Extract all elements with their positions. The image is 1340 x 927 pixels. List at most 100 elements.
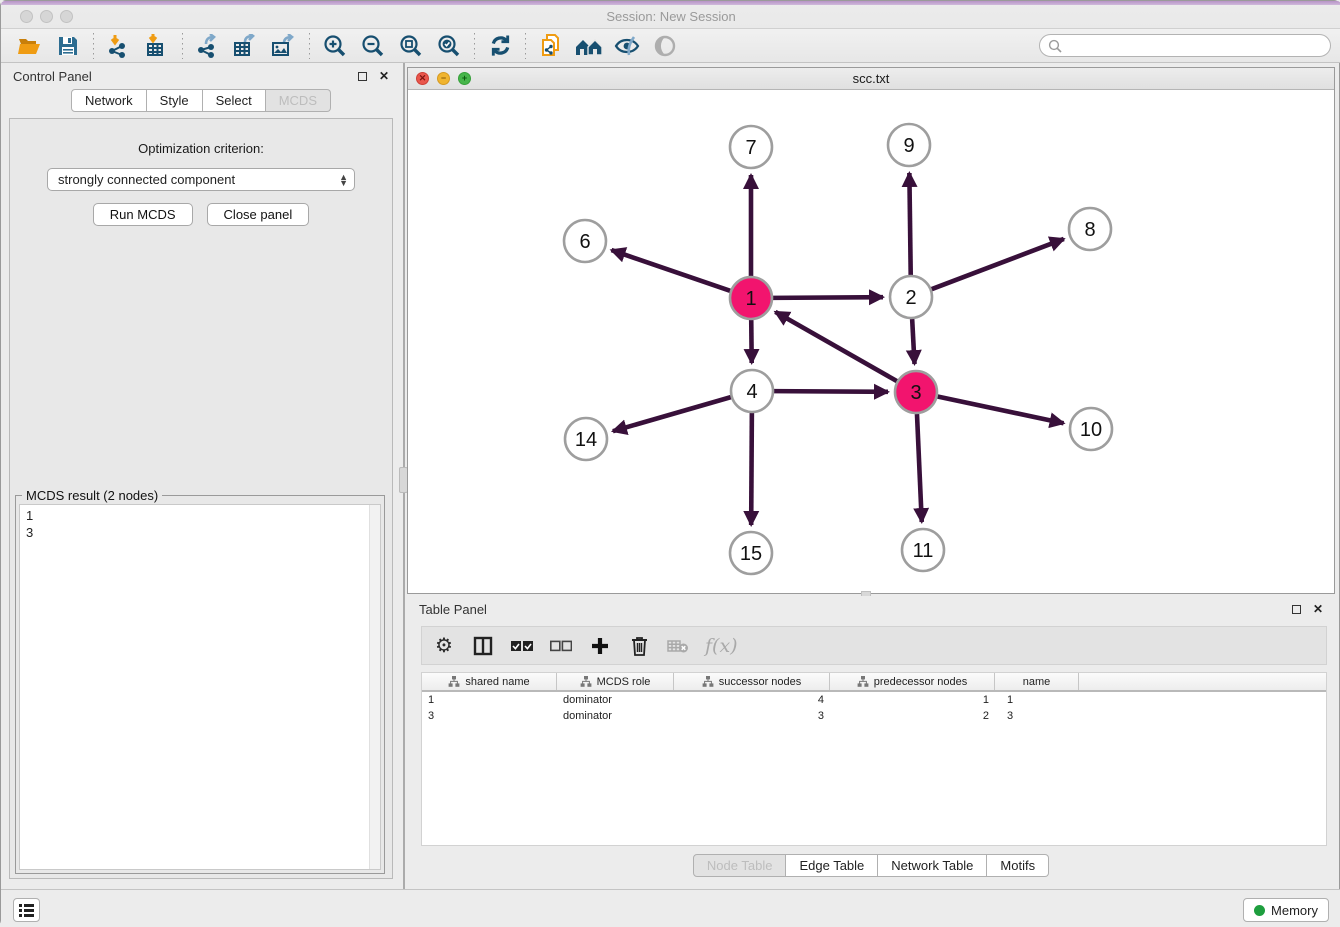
memory-button[interactable]: Memory — [1243, 898, 1329, 922]
tab-mcds[interactable]: MCDS — [266, 89, 331, 112]
toolbar-separator — [474, 33, 475, 59]
search-box[interactable] — [1039, 34, 1331, 57]
graph-edge-4-15[interactable] — [751, 413, 752, 525]
graph-node-label-10: 10 — [1080, 419, 1102, 441]
graph-node-label-2: 2 — [905, 287, 916, 309]
cell-mcds-role: dominator — [557, 710, 674, 722]
control-panel: Control Panel ✕ Network Style Select MCD… — [1, 63, 401, 889]
node-table: shared name MCDS role successor nodes pr… — [421, 672, 1327, 846]
float-table-panel-icon[interactable] — [1292, 605, 1301, 614]
refresh-icon[interactable] — [481, 31, 519, 61]
tab-network[interactable]: Network — [71, 89, 147, 112]
main-toolbar — [1, 29, 1340, 63]
application-window: { "window": { "title": "Session: New Ses… — [0, 0, 1340, 926]
import-table-icon[interactable] — [138, 31, 176, 61]
delete-column-icon[interactable] — [627, 634, 651, 658]
graph-edge-3-1[interactable] — [775, 312, 897, 381]
table-panel: Table Panel ✕ ⚙ f(x) shared name — [407, 596, 1335, 889]
tab-style[interactable]: Style — [147, 89, 203, 112]
column-header-shared-name[interactable]: shared name — [422, 673, 557, 690]
column-header-name[interactable]: name — [995, 673, 1079, 690]
toolbar-separator — [182, 33, 183, 59]
graph-edge-2-3[interactable] — [912, 319, 914, 364]
mcds-result-list[interactable]: 1 3 — [19, 504, 381, 870]
first-neighbors-icon[interactable] — [570, 31, 608, 61]
graph-edges — [611, 173, 1063, 525]
table-settings-icon[interactable]: ⚙ — [432, 634, 456, 658]
graph-node-label-7: 7 — [745, 137, 756, 159]
main-titlebar: Session: New Session — [1, 1, 1340, 29]
select-all-icon[interactable] — [510, 634, 534, 658]
hide-selected-icon[interactable] — [608, 31, 646, 61]
table-panel-title: Table Panel — [419, 602, 487, 617]
save-session-icon[interactable] — [49, 31, 87, 61]
network-view-window: ✕ − + scc.txt 7968124314101511 — [407, 67, 1335, 594]
export-network-icon[interactable] — [189, 31, 227, 61]
graph-node-label-1: 1 — [745, 288, 756, 310]
network-window-titlebar[interactable]: ✕ − + scc.txt — [408, 68, 1334, 90]
graph-node-label-15: 15 — [740, 543, 762, 565]
tab-node-table[interactable]: Node Table — [693, 854, 787, 877]
column-header-predecessor-nodes[interactable]: predecessor nodes — [830, 673, 995, 690]
add-column-icon[interactable] — [588, 634, 612, 658]
cell-shared-name: 1 — [422, 694, 557, 706]
select-stepper-icon: ▲▼ — [339, 174, 348, 186]
task-history-button[interactable] — [13, 898, 40, 922]
run-mcds-button[interactable]: Run MCDS — [93, 203, 193, 226]
graph-edge-2-8[interactable] — [932, 239, 1064, 289]
graph-edge-4-3[interactable] — [774, 391, 888, 392]
float-panel-icon[interactable] — [358, 72, 367, 81]
mcds-panel: Optimization criterion: strongly connect… — [9, 118, 393, 879]
graph-edge-1-6[interactable] — [611, 250, 730, 291]
table-tabs: Node Table Edge Table Network Table Moti… — [407, 854, 1335, 877]
show-all-icon — [646, 31, 684, 61]
graph-edge-2-9[interactable] — [909, 173, 910, 275]
graph-edge-4-14[interactable] — [613, 397, 731, 431]
import-network-icon[interactable] — [100, 31, 138, 61]
search-input[interactable] — [1062, 39, 1322, 53]
column-header-successor-nodes[interactable]: successor nodes — [674, 673, 830, 690]
result-scrollbar[interactable] — [369, 505, 380, 869]
zoom-out-icon[interactable] — [354, 31, 392, 61]
zoom-selected-icon[interactable] — [430, 31, 468, 61]
tree-icon — [448, 676, 460, 687]
cell-shared-name: 3 — [422, 710, 557, 722]
tab-select[interactable]: Select — [203, 89, 266, 112]
list-icon — [19, 904, 34, 917]
cell-successor-nodes: 3 — [674, 710, 830, 722]
mcds-result-line: 1 — [26, 507, 374, 524]
close-panel-icon[interactable]: ✕ — [379, 70, 389, 82]
status-bar: Memory — [1, 889, 1340, 927]
column-visibility-icon[interactable] — [471, 634, 495, 658]
delete-table-icon — [666, 634, 690, 658]
tab-motifs[interactable]: Motifs — [987, 854, 1049, 877]
graph-edge-3-11[interactable] — [917, 414, 922, 522]
clone-network-icon[interactable] — [532, 31, 570, 61]
tab-network-table[interactable]: Network Table — [878, 854, 987, 877]
graph-node-label-3: 3 — [910, 382, 921, 404]
criterion-select[interactable]: strongly connected component ▲▼ — [47, 168, 355, 191]
graph-edge-1-2[interactable] — [773, 297, 883, 298]
open-file-icon[interactable] — [11, 31, 49, 61]
window-title: Session: New Session — [1, 9, 1340, 24]
export-image-icon[interactable] — [265, 31, 303, 61]
zoom-in-icon[interactable] — [316, 31, 354, 61]
tab-edge-table[interactable]: Edge Table — [786, 854, 878, 877]
zoom-fit-icon[interactable] — [392, 31, 430, 61]
titlebar-accent — [1, 1, 1340, 5]
graph-node-label-11: 11 — [913, 540, 934, 562]
export-table-icon[interactable] — [227, 31, 265, 61]
mcds-result-title: MCDS result (2 nodes) — [22, 488, 162, 503]
table-row[interactable]: 1 dominator 4 1 1 — [422, 692, 1326, 708]
graph-edge-3-10[interactable] — [938, 397, 1064, 424]
close-table-panel-icon[interactable]: ✕ — [1313, 603, 1323, 615]
search-icon — [1048, 39, 1062, 53]
column-header-mcds-role[interactable]: MCDS role — [557, 673, 674, 690]
tree-icon — [857, 676, 869, 687]
network-canvas[interactable]: 7968124314101511 — [408, 90, 1334, 593]
deselect-all-icon[interactable] — [549, 634, 573, 658]
close-panel-button[interactable]: Close panel — [207, 203, 310, 226]
mcds-result-line: 3 — [26, 524, 374, 541]
table-row[interactable]: 3 dominator 3 2 3 — [422, 708, 1326, 724]
cell-name: 3 — [995, 710, 1079, 722]
